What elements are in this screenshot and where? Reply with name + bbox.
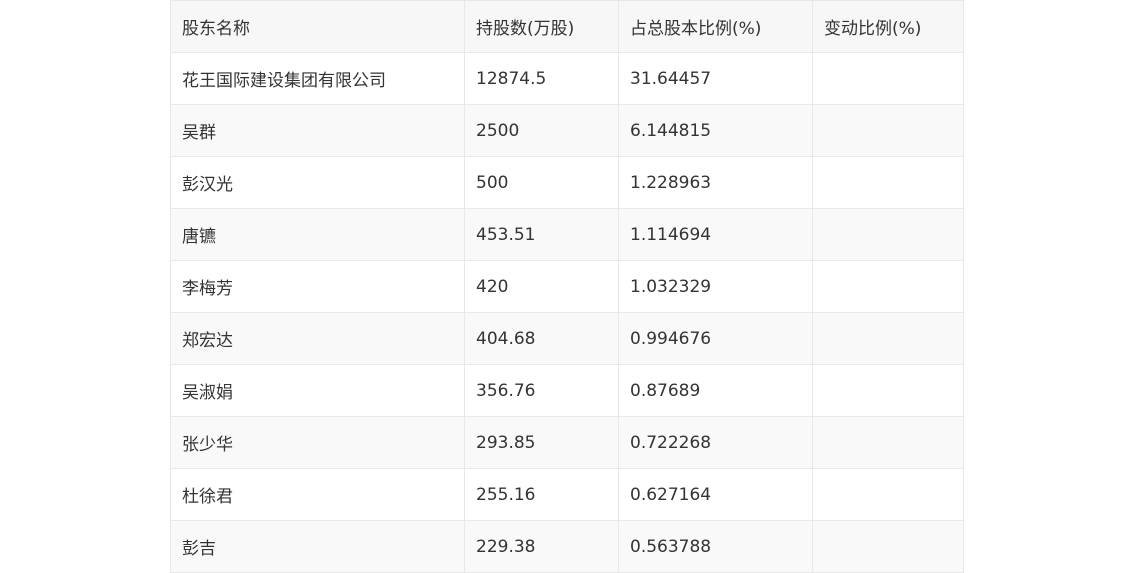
cell-shares-held: 229.38: [464, 520, 619, 573]
cell-shareholder-name: 李梅芳: [170, 260, 465, 313]
cell-change-ratio: [812, 468, 964, 521]
cell-shareholder-name: 杜徐君: [170, 468, 465, 521]
table-row: 彭汉光 500 1.228963: [170, 156, 964, 209]
cell-shareholder-name: 吴群: [170, 104, 465, 157]
cell-change-ratio: [812, 52, 964, 105]
cell-shareholder-name: 彭吉: [170, 520, 465, 573]
cell-shares-held: 293.85: [464, 416, 619, 469]
header-shares-held: 持股数(万股): [464, 0, 619, 53]
table-row: 张少华 293.85 0.722268: [170, 416, 964, 469]
cell-change-ratio: [812, 416, 964, 469]
cell-shares-held: 404.68: [464, 312, 619, 365]
cell-change-ratio: [812, 208, 964, 261]
cell-share-ratio: 1.228963: [618, 156, 813, 209]
cell-change-ratio: [812, 520, 964, 573]
cell-share-ratio: 6.144815: [618, 104, 813, 157]
header-change-ratio: 变动比例(%): [812, 0, 964, 53]
cell-share-ratio: 1.032329: [618, 260, 813, 313]
cell-shareholder-name: 吴淑娟: [170, 364, 465, 417]
cell-share-ratio: 0.87689: [618, 364, 813, 417]
cell-shareholder-name: 花王国际建设集团有限公司: [170, 52, 465, 105]
cell-shares-held: 255.16: [464, 468, 619, 521]
cell-share-ratio: 1.114694: [618, 208, 813, 261]
cell-shares-held: 356.76: [464, 364, 619, 417]
cell-shares-held: 453.51: [464, 208, 619, 261]
header-share-ratio: 占总股本比例(%): [618, 0, 813, 53]
table-row: 李梅芳 420 1.032329: [170, 260, 964, 313]
cell-shares-held: 420: [464, 260, 619, 313]
table-header-row: 股东名称 持股数(万股) 占总股本比例(%) 变动比例(%): [170, 0, 964, 53]
table-row: 花王国际建设集团有限公司 12874.5 31.64457: [170, 52, 964, 105]
cell-shares-held: 2500: [464, 104, 619, 157]
cell-share-ratio: 31.64457: [618, 52, 813, 105]
cell-shares-held: 12874.5: [464, 52, 619, 105]
table-row: 郑宏达 404.68 0.994676: [170, 312, 964, 365]
cell-change-ratio: [812, 104, 964, 157]
cell-change-ratio: [812, 312, 964, 365]
cell-change-ratio: [812, 260, 964, 313]
cell-share-ratio: 0.563788: [618, 520, 813, 573]
cell-shareholder-name: 唐镳: [170, 208, 465, 261]
shareholder-table-container: 股东名称 持股数(万股) 占总股本比例(%) 变动比例(%) 花王国际建设集团有…: [170, 0, 964, 573]
cell-shareholder-name: 彭汉光: [170, 156, 465, 209]
shareholder-table: 股东名称 持股数(万股) 占总股本比例(%) 变动比例(%) 花王国际建设集团有…: [170, 0, 964, 573]
cell-shareholder-name: 张少华: [170, 416, 465, 469]
table-row: 彭吉 229.38 0.563788: [170, 520, 964, 573]
table-row: 吴群 2500 6.144815: [170, 104, 964, 157]
table-row: 唐镳 453.51 1.114694: [170, 208, 964, 261]
table-row: 吴淑娟 356.76 0.87689: [170, 364, 964, 417]
cell-shareholder-name: 郑宏达: [170, 312, 465, 365]
header-shareholder-name: 股东名称: [170, 0, 465, 53]
cell-change-ratio: [812, 364, 964, 417]
table-row: 杜徐君 255.16 0.627164: [170, 468, 964, 521]
cell-share-ratio: 0.994676: [618, 312, 813, 365]
cell-share-ratio: 0.722268: [618, 416, 813, 469]
cell-change-ratio: [812, 156, 964, 209]
cell-share-ratio: 0.627164: [618, 468, 813, 521]
cell-shares-held: 500: [464, 156, 619, 209]
